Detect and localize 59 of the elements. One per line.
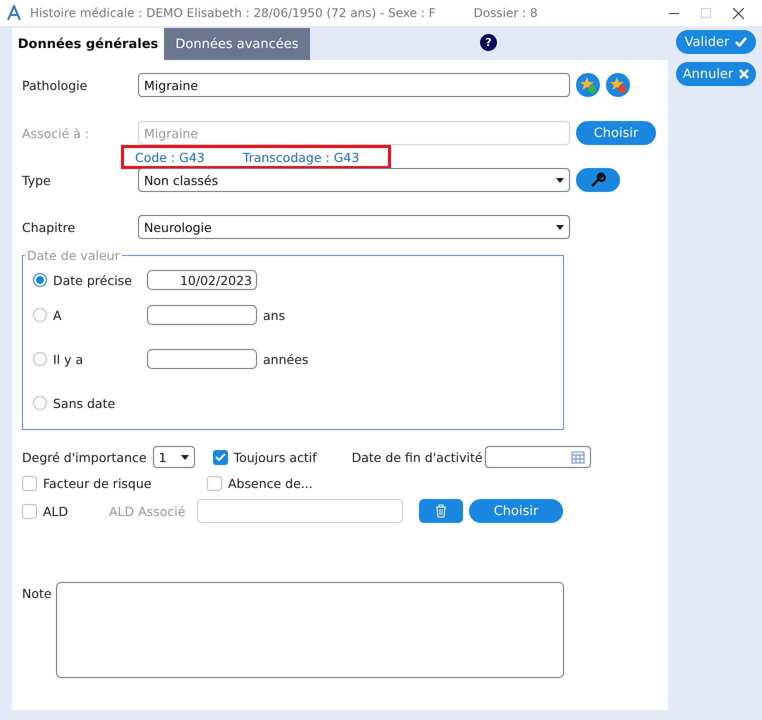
radio-button[interactable] [33,273,47,287]
app-logo-icon [6,5,22,21]
wrench-icon[interactable] [576,168,620,192]
caret-icon [556,178,564,182]
dossier-number: Dossier : 8 [474,6,538,20]
importance-dropdown[interactable]: 1 [152,446,195,468]
window-title: Histoire médicale : DEMO Elisabeth : 28/06/1950 (72 ans) - Sexe : F [30,6,436,20]
check-icon [735,37,748,47]
radio-button[interactable] [33,352,47,366]
star-remove-icon[interactable] [606,73,630,97]
field-label: Date de fin d'activité [352,450,483,464]
close-icon [739,69,750,79]
trash-icon [435,504,447,518]
help-icon[interactable]: ? [480,34,497,51]
field-label: ALD Associé [109,504,186,518]
unit-label: ans [263,308,286,322]
checkbox-label: ALD [43,504,70,518]
field-label: Type [22,172,52,188]
delete-button[interactable] [419,499,463,523]
field-label: Associé à : [22,126,90,140]
validate-button[interactable]: Valider [676,30,756,54]
checkbox-label: Facteur de risque [43,476,152,490]
calendar-icon[interactable] [570,450,585,464]
checkbox[interactable] [207,476,222,490]
option-label: Date précise [53,272,133,288]
date-field[interactable]: 10/02/2023 [147,270,257,290]
checkbox-label: Absence de... [228,476,313,490]
option-label: Il y a [53,352,84,366]
star-add-icon[interactable] [576,73,600,97]
number-field[interactable] [147,305,257,325]
option-label: A [53,308,63,322]
choisir-button[interactable]: Choisir [469,499,563,523]
caret-icon [556,224,564,230]
chapitre-dropdown[interactable]: Neurologie [138,215,570,239]
field-label: Chapitre [22,220,76,234]
checkbox[interactable] [22,504,37,518]
tab[interactable]: Données avancées [164,28,310,60]
checkbox-label: Toujours actif [234,450,318,464]
unit-label: années [263,352,308,366]
tab[interactable]: Données générales [12,28,164,60]
radio-button[interactable] [33,396,47,410]
radio-button[interactable] [33,308,47,322]
field-label: Degré d'importance [22,450,147,464]
date-field[interactable] [484,446,591,468]
option-label: Sans date [53,396,116,410]
cancel-button[interactable]: Annuler [676,62,756,86]
group-legend: Date de valeur [25,248,122,263]
field-label: Pathologie [22,78,88,92]
minimize-icon[interactable] [669,12,679,14]
field-label: Note [22,586,50,601]
number-field[interactable] [147,349,257,369]
close-icon[interactable] [733,8,744,18]
checkbox[interactable] [212,450,228,464]
type-dropdown[interactable]: Non classés [138,168,570,192]
ald-field[interactable] [197,499,403,523]
caret-icon [180,454,189,460]
checkbox[interactable] [22,476,37,490]
pathologie-field[interactable]: Migraine [138,73,570,97]
note-field[interactable] [56,582,564,678]
